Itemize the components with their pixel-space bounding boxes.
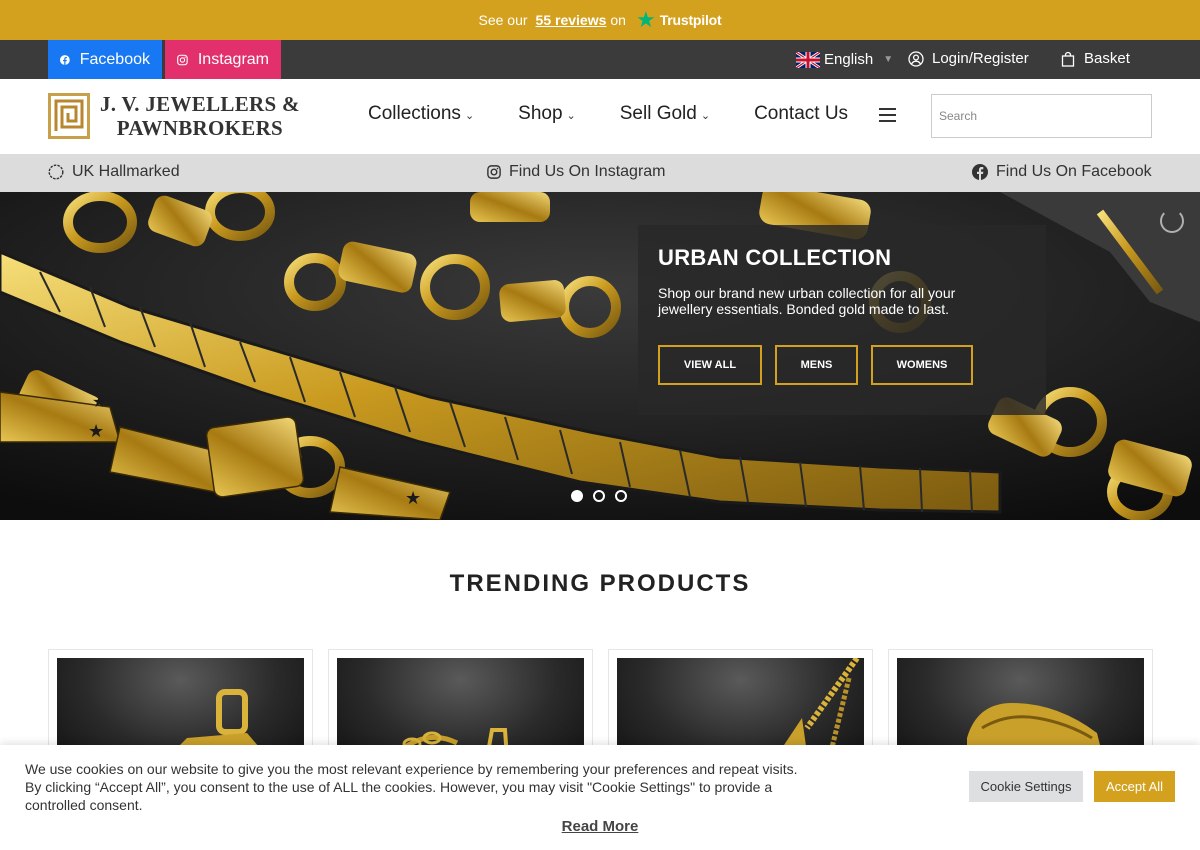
chevron-down-icon: ⌄ xyxy=(566,109,576,122)
greek-key-logo-icon xyxy=(48,93,90,139)
hamburger-menu-icon[interactable] xyxy=(879,108,896,122)
hero-text: Shop our brand new urban collection for … xyxy=(658,285,956,317)
instagram-icon xyxy=(177,54,188,65)
facebook-label: Facebook xyxy=(79,50,150,68)
search-input[interactable] xyxy=(931,94,1152,138)
uk-flag-icon xyxy=(796,51,820,68)
product-card-1[interactable] xyxy=(48,649,313,768)
nav-contact-us[interactable]: Contact Us xyxy=(754,103,848,125)
nav-shop-label: Shop xyxy=(518,103,563,124)
login-label: Login/Register xyxy=(932,50,1029,67)
svg-text:★: ★ xyxy=(405,488,421,509)
uk-hallmarked-item: UK Hallmarked xyxy=(48,163,180,181)
top-bar: Facebook Instagram English ▼ Login/Regis… xyxy=(0,40,1200,79)
main-nav: Collections ⌄ Shop ⌄ Sell Gold ⌄ Contact… xyxy=(368,103,892,125)
user-icon xyxy=(908,50,924,67)
nav-collections[interactable]: Collections ⌄ xyxy=(368,103,474,125)
cookie-text: We use cookies on our website to give yo… xyxy=(25,761,798,813)
womens-button[interactable]: WOMENS xyxy=(871,345,973,385)
basket-label: Basket xyxy=(1084,50,1130,67)
slider-dots xyxy=(571,490,627,502)
read-more-link[interactable]: Read More xyxy=(0,818,1200,835)
hero-caption-panel: URBAN COLLECTION Shop our brand new urba… xyxy=(638,225,1046,415)
svg-text:★: ★ xyxy=(88,421,104,442)
hero-slider: ★ ★ ★ URBAN COLLECTION Shop our brand ne… xyxy=(0,192,1200,520)
uk-hallmarked-label: UK Hallmarked xyxy=(72,163,180,180)
trustpilot-bar: See our 55 reviews on ★ Trustpilot xyxy=(0,0,1200,40)
hallmark-badge-icon xyxy=(48,164,64,180)
nav-contact-us-label: Contact Us xyxy=(754,103,849,124)
nav-sell-gold[interactable]: Sell Gold ⌄ xyxy=(620,103,710,125)
product-card-4[interactable] xyxy=(888,649,1153,768)
mens-button[interactable]: MENS xyxy=(775,345,858,385)
trustpilot-logo[interactable]: Trustpilot xyxy=(660,12,722,28)
trustpilot-star-icon: ★ xyxy=(635,7,656,32)
logo-text: J. V. JEWELLERS & PAWNBROKERS xyxy=(100,92,300,140)
find-us-instagram-label: Find Us On Instagram xyxy=(509,163,666,180)
chevron-down-icon: ▼ xyxy=(883,54,894,65)
slider-dot-3[interactable] xyxy=(615,490,627,502)
hero-buttons: VIEW ALL MENS WOMENS xyxy=(658,345,1026,385)
shopping-bag-icon xyxy=(1061,51,1075,67)
trustpilot-prefix: See our xyxy=(478,12,528,28)
info-bar: UK Hallmarked Find Us On Instagram Find … xyxy=(0,154,1200,192)
cookie-consent-banner: We use cookies on our website to give yo… xyxy=(0,745,1200,850)
facebook-button[interactable]: Facebook xyxy=(48,40,162,79)
facebook-icon xyxy=(60,54,70,65)
trustpilot-suffix: on xyxy=(610,12,626,28)
hero-title: URBAN COLLECTION xyxy=(658,245,892,270)
product-card-3[interactable] xyxy=(608,649,873,768)
find-us-instagram-link[interactable]: Find Us On Instagram xyxy=(487,163,666,181)
view-all-button[interactable]: VIEW ALL xyxy=(658,345,762,385)
logo-line-1: J. V. JEWELLERS & xyxy=(100,92,300,116)
instagram-icon xyxy=(487,165,501,179)
trending-products-heading: TRENDING PRODUCTS xyxy=(449,570,751,597)
loading-spinner-icon xyxy=(1160,209,1184,233)
chevron-down-icon: ⌄ xyxy=(464,109,475,122)
nav-sell-gold-label: Sell Gold xyxy=(619,103,697,124)
product-card-2[interactable] xyxy=(328,649,593,768)
find-us-facebook-label: Find Us On Facebook xyxy=(996,163,1152,180)
language-label: English xyxy=(824,51,874,68)
svg-text:★: ★ xyxy=(92,392,106,411)
basket-link[interactable]: Basket xyxy=(1060,50,1130,67)
trustpilot-reviews-link[interactable]: 55 reviews xyxy=(536,12,607,28)
login-register-link[interactable]: Login/Register xyxy=(908,50,1029,67)
logo-line-2: PAWNBROKERS xyxy=(116,116,284,140)
nav-shop[interactable]: Shop ⌄ xyxy=(518,103,576,125)
accept-all-button[interactable]: Accept All xyxy=(1094,771,1175,802)
instagram-button[interactable]: Instagram xyxy=(165,40,281,79)
language-selector[interactable]: English ▼ xyxy=(796,51,893,68)
chevron-down-icon: ⌄ xyxy=(700,109,711,122)
cookie-settings-button[interactable]: Cookie Settings xyxy=(969,771,1083,802)
nav-collections-label: Collections xyxy=(368,103,461,124)
slider-dot-1[interactable] xyxy=(571,490,583,502)
slider-dot-2[interactable] xyxy=(593,490,605,502)
facebook-icon xyxy=(972,164,988,180)
instagram-label: Instagram xyxy=(197,50,269,68)
site-header: J. V. JEWELLERS & PAWNBROKERS Collection… xyxy=(0,79,1200,154)
site-logo[interactable]: J. V. JEWELLERS & PAWNBROKERS xyxy=(48,92,300,140)
find-us-facebook-link[interactable]: Find Us On Facebook xyxy=(972,163,1152,181)
